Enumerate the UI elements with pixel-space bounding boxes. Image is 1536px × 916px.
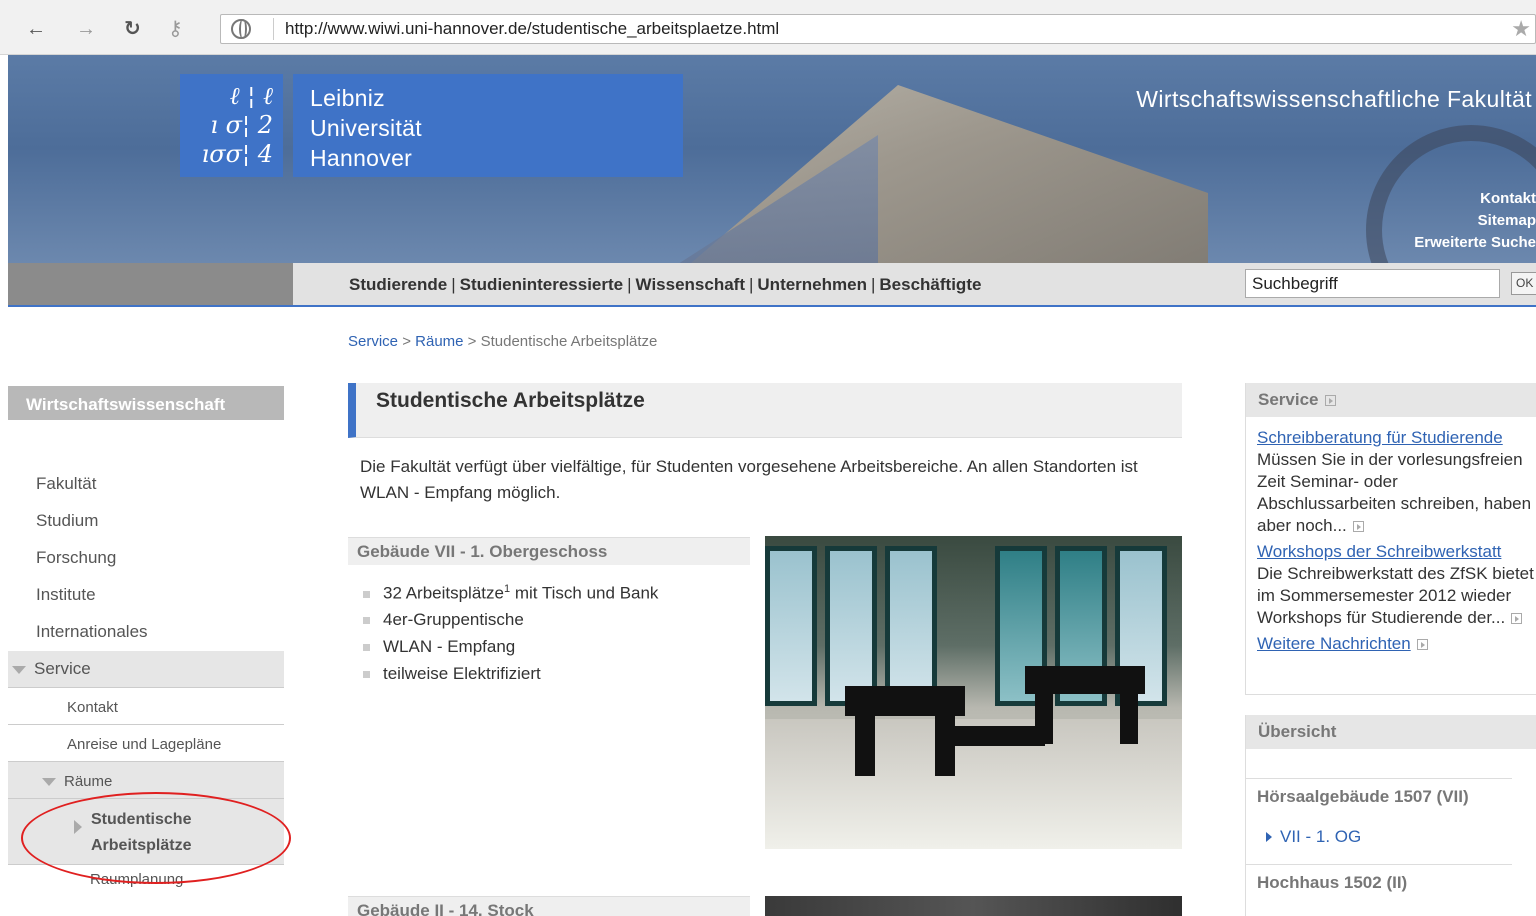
sidebar-item-fakultaet[interactable]: Fakultät xyxy=(8,466,284,503)
university-logo-text[interactable]: Leibniz Universität Hannover xyxy=(293,74,683,177)
arrow-icon[interactable] xyxy=(1511,613,1523,625)
link-erweiterte-suche[interactable]: Erweiterte Suche xyxy=(1414,232,1536,254)
overview-box: Übersicht Hörsaalgebäude 1507 (VII) VII … xyxy=(1245,715,1536,916)
sidebar-item-forschung[interactable]: Forschung xyxy=(8,540,284,577)
overview-building-vii: Hörsaalgebäude 1507 (VII) xyxy=(1257,787,1469,806)
sidebar-sub-anreise[interactable]: Anreise und Lagepläne xyxy=(8,725,284,762)
news-teaser: Die Schreibwerkstatt des ZfSK bietet im … xyxy=(1257,564,1534,627)
overview-heading: Übersicht xyxy=(1246,715,1536,749)
nav-beschaeftigte[interactable]: Beschäftigte xyxy=(879,275,981,294)
link-kontakt[interactable]: Kontakt xyxy=(1414,188,1536,210)
list-item: 32 Arbeitsplätze1 mit Tisch und Bank xyxy=(363,583,658,610)
sidebar-item-studium[interactable]: Studium xyxy=(8,503,284,540)
service-news-box: Service Schreibberatung für Studierende … xyxy=(1245,383,1536,695)
sidebar-heading[interactable]: Wirtschaftswissenschaft xyxy=(8,386,284,420)
workspace-photo xyxy=(765,536,1182,849)
nav-unternehmen[interactable]: Unternehmen xyxy=(757,275,867,294)
nav-left-block xyxy=(8,263,293,307)
list-item: WLAN - Empfang xyxy=(363,637,658,664)
bookmark-star-icon[interactable]: ★ xyxy=(1511,16,1531,42)
sidebar-sub-kontakt[interactable]: Kontakt xyxy=(8,688,284,725)
browser-toolbar: ← → ↻ ⚷ http://www.wiwi.uni-hannover.de/… xyxy=(0,0,1536,55)
sidebar-item-institute[interactable]: Institute xyxy=(8,577,284,614)
breadcrumb-current: Studentische Arbeitsplätze xyxy=(480,333,658,350)
sidebar-item-internationales[interactable]: Internationales xyxy=(8,614,284,651)
reload-icon[interactable]: ↻ xyxy=(124,14,141,44)
top-links: Kontakt Sitemap Erweiterte Suche xyxy=(1414,188,1536,254)
search-input[interactable] xyxy=(1245,269,1500,298)
link-sitemap[interactable]: Sitemap xyxy=(1414,210,1536,232)
arrow-icon[interactable] xyxy=(1352,521,1364,533)
university-logo-mark[interactable]: ℓ ¦ ℓ ı σ¦ 2 ıσσ¦ 4 xyxy=(180,74,283,177)
arrow-icon xyxy=(1324,395,1336,407)
features-list: 32 Arbeitsplätze1 mit Tisch und Bank 4er… xyxy=(363,583,658,691)
nav-studierende[interactable]: Studierende xyxy=(349,275,447,294)
overview-link-vii-1-og[interactable]: VII - 1. OG xyxy=(1246,819,1512,865)
more-news-link[interactable]: Weitere Nachrichten xyxy=(1257,633,1536,655)
faculty-title: Wirtschaftswissenschaftliche Fakultät xyxy=(1136,86,1532,112)
list-item: teilweise Elektrifiziert xyxy=(363,664,658,691)
section-heading-gebaeude-vii: Gebäude VII - 1. Obergeschoss xyxy=(348,537,750,565)
key-icon[interactable]: ⚷ xyxy=(168,14,183,44)
forward-icon[interactable]: → xyxy=(76,14,96,44)
service-box-heading[interactable]: Service xyxy=(1246,383,1536,417)
page-title-box: Studentische Arbeitsplätze xyxy=(348,383,1182,438)
breadcrumb: Service > Räume > Studentische Arbeitspl… xyxy=(348,333,658,350)
triangle-right-icon xyxy=(1266,832,1272,842)
chevron-down-icon xyxy=(42,778,56,787)
breadcrumb-service[interactable]: Service xyxy=(348,333,398,350)
intro-text: Die Fakultät verfügt über vielfältige, f… xyxy=(360,457,1138,502)
news-link-workshops[interactable]: Workshops der Schreibwerkstatt xyxy=(1257,541,1536,563)
overview-building-ii: Hochhaus 1502 (II) xyxy=(1257,873,1408,892)
back-icon[interactable]: ← xyxy=(26,14,46,44)
sidebar-item-service[interactable]: Service xyxy=(8,651,284,688)
search-ok-button[interactable]: OK xyxy=(1511,272,1536,295)
nav-wissenschaft[interactable]: Wissenschaft xyxy=(636,275,745,294)
address-bar[interactable]: http://www.wiwi.uni-hannover.de/studenti… xyxy=(220,14,1536,44)
globe-icon xyxy=(231,19,251,39)
address-separator xyxy=(273,18,274,40)
arrow-icon xyxy=(1416,639,1428,651)
breadcrumb-raeume[interactable]: Räume xyxy=(415,333,463,350)
url-text[interactable]: http://www.wiwi.uni-hannover.de/studenti… xyxy=(285,19,779,39)
nav-studieninteressierte[interactable]: Studieninteressierte xyxy=(460,275,623,294)
list-item: 4er-Gruppentische xyxy=(363,610,658,637)
highlight-circle-annotation xyxy=(21,792,291,884)
news-teaser: Müssen Sie in der vorlesungsfreien Zeit … xyxy=(1257,450,1532,535)
page-title: Studentische Arbeitsplätze xyxy=(376,389,645,412)
workspace-photo-2 xyxy=(765,896,1182,916)
section-heading-gebaeude-ii: Gebäude II - 14. Stock xyxy=(348,896,750,916)
news-link-schreibberatung[interactable]: Schreibberatung für Studierende xyxy=(1257,427,1536,449)
chevron-down-icon xyxy=(12,665,26,674)
